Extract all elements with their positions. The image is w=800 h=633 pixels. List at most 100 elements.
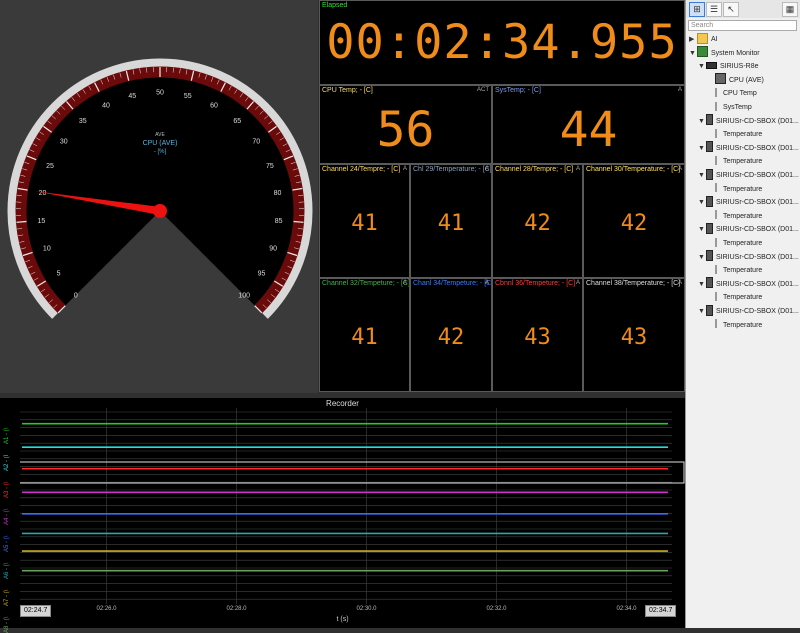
channel-panel[interactable]: Channel 30/Temperature; - [C] A 42: [583, 164, 685, 278]
gauge-tick-label: 0: [74, 293, 78, 300]
expand-arrow-icon[interactable]: ▼: [698, 223, 706, 236]
panel-title: Channel 28/Tempre; - [C]: [495, 166, 573, 173]
tree-item-label: SIRIUSr-CD-SBOX (D01...: [716, 281, 799, 288]
time-tick-label: 02:28.0: [227, 606, 247, 612]
tree-item[interactable]: Temperature: [707, 128, 762, 141]
panel-value: 56: [320, 102, 491, 158]
channel-panel[interactable]: Channel 24/Tempre; - [C] A 41: [319, 164, 410, 278]
recorder-panel[interactable]: Recorder A1 - (\A2 - (IA3 - (\A4 - (\A5 …: [0, 398, 685, 628]
tree-item[interactable]: Temperature: [707, 237, 762, 250]
tree-item[interactable]: ▼SIRIUSr-CD-SBOX (D01...: [698, 196, 799, 209]
panel-title: CPU Temp; - [C]: [322, 87, 373, 94]
tree-item[interactable]: CPU Temp: [707, 87, 757, 100]
panel-value: 42: [584, 211, 684, 236]
tree-item[interactable]: ▼SIRIUS-R8e: [698, 60, 759, 73]
recorder-plot[interactable]: [20, 408, 685, 604]
expand-arrow-icon[interactable]: ▼: [698, 196, 706, 209]
search-input[interactable]: Search: [688, 20, 797, 31]
tree-item[interactable]: ▼SIRIUSr-CD-SBOX (D01...: [698, 305, 799, 318]
gauge-tick-label: 20: [39, 190, 47, 197]
expand-arrow-icon[interactable]: ▼: [698, 142, 706, 155]
tree-item[interactable]: Temperature: [707, 291, 762, 304]
gauge-tick: [294, 222, 304, 223]
tree-item[interactable]: ▼ SIRIUSr-CD-SBOX (D01...: [698, 142, 799, 155]
expand-arrow-icon[interactable]: ▼: [689, 47, 697, 60]
tree-item[interactable]: ▼ SIRIUSr-CD-SBOX (D01...: [698, 223, 799, 236]
tree-item[interactable]: ▼ SIRIUSr-CD-SBOX (D01...: [698, 115, 799, 128]
thermometer-icon: [715, 265, 720, 274]
gauge-tick-label: 90: [269, 245, 277, 252]
panel-flag: A: [678, 166, 682, 172]
expand-arrow-icon[interactable]: ▼: [698, 169, 706, 182]
gauge-tick-label: 5: [57, 271, 61, 278]
panel-flag: A: [403, 166, 407, 172]
gauge-tick-label: 85: [275, 218, 283, 225]
systemp-panel[interactable]: SysTemp; - [C] A 44: [492, 85, 685, 164]
channel-panel[interactable]: Chanl 34/Tempeture; - [C] A 42: [410, 278, 492, 392]
tree-item[interactable]: Temperature: [707, 319, 762, 332]
gauge-tick-label: 40: [102, 102, 110, 109]
selected-track-frame[interactable]: [20, 462, 684, 483]
sbox-icon: [706, 114, 713, 125]
cpu-icon: [715, 73, 726, 84]
track-label: A5 - (\: [4, 536, 10, 552]
tree-item-label: AI: [711, 36, 718, 43]
channel-panel[interactable]: Cbnnl 36/Tempeture; - [C] A 43: [492, 278, 583, 392]
tree-item[interactable]: ▼ SIRIUSr-CD-SBOX (D01...: [698, 278, 799, 291]
expand-arrow-icon[interactable]: ▼: [698, 60, 706, 73]
tree-item-label: CPU Temp: [723, 90, 757, 97]
channel-panel[interactable]: Channel 28/Tempre; - [C] A 42: [492, 164, 583, 278]
thermometer-icon: [715, 156, 720, 165]
tree-item[interactable]: Temperature: [707, 183, 762, 196]
panel-flag: A: [576, 280, 580, 286]
thermometer-icon: [715, 238, 720, 247]
channel-panel[interactable]: Channel 38/Temperature; - [C] A 43: [583, 278, 685, 392]
tree-item-label: SIRIUSr-CD-SBOX (D01...: [716, 226, 799, 233]
tree-item[interactable]: ▶ AI: [689, 33, 718, 46]
expand-arrow-icon[interactable]: ▼: [698, 115, 706, 128]
tree-item[interactable]: ▼SIRIUSr-CD-SBOX (D01...: [698, 169, 799, 182]
tree-item-label: SIRIUSr-CD-SBOX (D01...: [716, 118, 799, 125]
time-tick-label: 02:26.0: [97, 606, 117, 612]
gauge-tick-label: 55: [184, 93, 192, 100]
tree-item-label: Temperature: [723, 322, 762, 329]
list-view-icon[interactable]: ☰: [706, 2, 722, 17]
tree-item[interactable]: Temperature: [707, 155, 762, 168]
gauge-unit: - [%]: [154, 149, 167, 155]
tree-item-label: SIRIUSr-CD-SBOX (D01...: [716, 145, 799, 152]
gauge-panel[interactable]: 0510152025303540455055606570758085909510…: [0, 0, 318, 393]
tree-item-label: Temperature: [723, 267, 762, 274]
tree-item[interactable]: Temperature: [707, 264, 762, 277]
gauge-tick-label: 15: [37, 218, 45, 225]
tree-item[interactable]: SysTemp: [707, 101, 752, 114]
gauge-tick-label: 50: [156, 90, 164, 97]
panel-flag: ACT: [477, 87, 489, 93]
channel-panel[interactable]: Chl 29/Temperature; - [C] A 41: [410, 164, 492, 278]
tree-item[interactable]: Temperature: [707, 210, 762, 223]
channel-panel[interactable]: Channel 32/Tempeture; - [C] A 41: [319, 278, 410, 392]
pointer-tool-icon[interactable]: ↖: [723, 2, 739, 17]
panel-title: Channel 32/Tempeture; - [C]: [322, 280, 410, 287]
tree-view-icon[interactable]: ⊞: [689, 2, 705, 17]
tree-item[interactable]: CPU (AVE): [707, 74, 764, 87]
panel-options-icon[interactable]: ▦: [782, 2, 798, 17]
expand-arrow-icon[interactable]: ▼: [698, 305, 706, 318]
tree-item-label: Temperature: [723, 213, 762, 220]
thermometer-icon: [715, 319, 720, 328]
expand-arrow-icon[interactable]: ▶: [689, 33, 697, 46]
elapsed-panel[interactable]: Elapsed 00:02:34.955: [319, 0, 685, 85]
panel-value: 43: [584, 325, 684, 350]
panel-flag: A: [576, 166, 580, 172]
cpu-temp-panel[interactable]: CPU Temp; - [C] ACT 56: [319, 85, 492, 164]
tree-item[interactable]: ▼System Monitor: [689, 47, 760, 60]
panel-title: Channel 24/Tempre; - [C]: [322, 166, 400, 173]
panel-value: 41: [411, 211, 491, 236]
panel-title: SysTemp; - [C]: [495, 87, 541, 94]
gauge-tick-label: 35: [79, 118, 87, 125]
gauge-tick: [16, 222, 26, 223]
tree-item[interactable]: ▼SIRIUSr-CD-SBOX (D01...: [698, 251, 799, 264]
gauge-tick-label: 30: [60, 139, 68, 146]
thermometer-icon: [715, 292, 720, 301]
expand-arrow-icon[interactable]: ▼: [698, 251, 706, 264]
expand-arrow-icon[interactable]: ▼: [698, 278, 706, 291]
